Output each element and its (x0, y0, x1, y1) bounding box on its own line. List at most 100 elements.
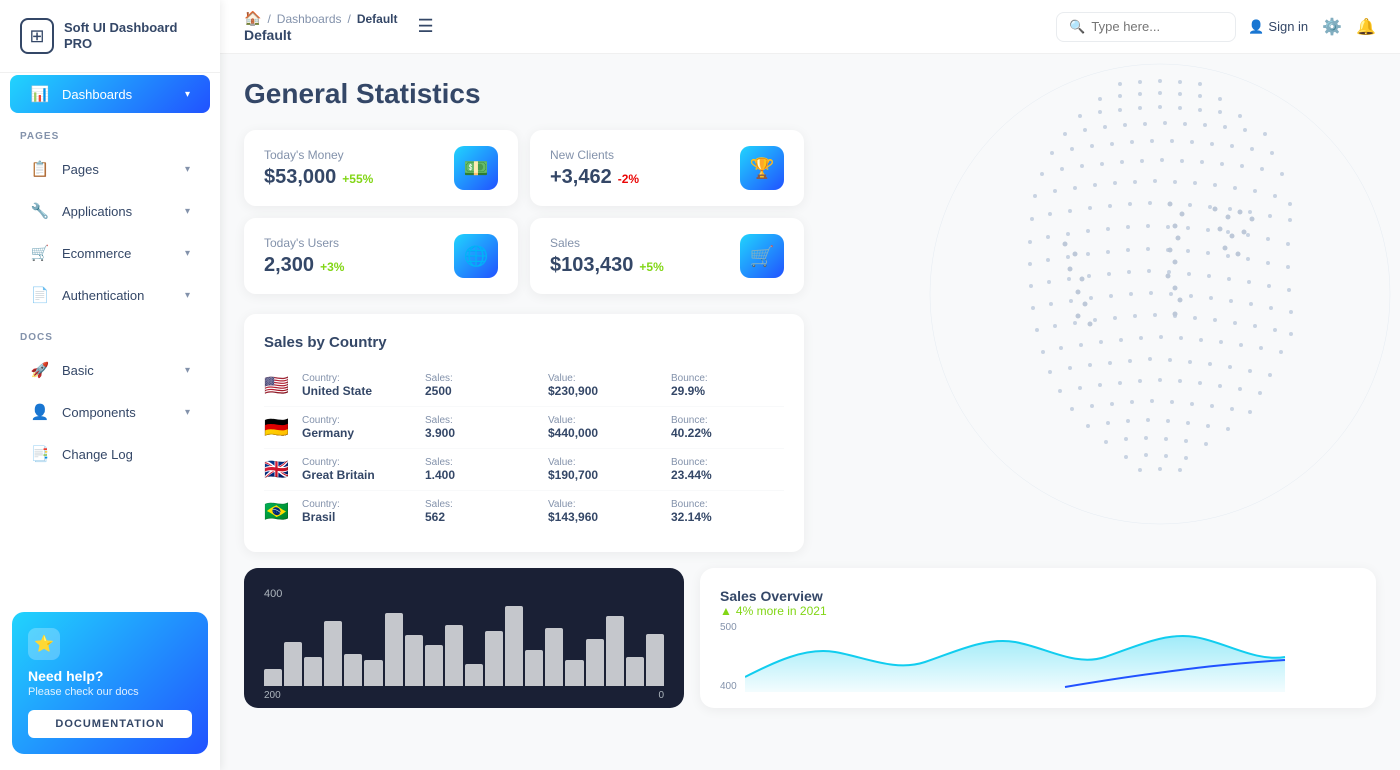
stat-label: Today's Money (264, 148, 373, 162)
page-title: General Statistics (244, 78, 1376, 110)
country-label: Country: (302, 373, 415, 384)
sales-by-country-title: Sales by Country (264, 334, 784, 351)
authentication-icon: 📄 (30, 286, 50, 304)
home-icon[interactable]: 🏠 (244, 10, 261, 27)
globe-overlay: /* dots generated inline below */ (780, 54, 1400, 554)
bar (304, 657, 322, 686)
bar (565, 660, 583, 686)
help-card: ⭐ Need help? Please check our docs DOCUM… (12, 612, 208, 754)
bounce-col: Bounce: 29.9% (671, 373, 784, 398)
bar-chart-y-0: 0 (658, 690, 664, 701)
bar (445, 625, 463, 686)
bar-chart-y-200: 200 (264, 690, 281, 701)
search-input[interactable] (1091, 19, 1211, 34)
sales-overview-subtitle: ▲ 4% more in 2021 (720, 604, 1356, 618)
stat-card-money: Today's Money $53,000 +55% 💵 (244, 130, 518, 206)
stat-card-clients: New Clients +3,462 -2% 🏆 (530, 130, 804, 206)
sidebar-item-dashboards[interactable]: 📊 Dashboards ▾ (10, 75, 210, 113)
stat-icon-users: 🌐 (454, 234, 498, 278)
logo-text: Soft UI Dashboard PRO (64, 20, 200, 51)
arrow-up-icon: ▲ (720, 604, 732, 618)
bar-chart (264, 606, 664, 686)
country-value: United State (302, 384, 415, 398)
bounce-col: Bounce: 40.22% (671, 415, 784, 440)
sidebar-item-changelog[interactable]: 📑 Change Log (10, 435, 210, 473)
chevron-down-icon: ▾ (185, 206, 190, 217)
country-label: Country: (302, 415, 415, 426)
applications-icon: 🔧 (30, 202, 50, 220)
country-value: Germany (302, 426, 415, 440)
documentation-button[interactable]: DOCUMENTATION (28, 710, 192, 738)
country-label: Country: (302, 499, 415, 510)
search-box: 🔍 (1056, 12, 1236, 42)
chevron-down-icon: ▾ (185, 248, 190, 259)
help-star-icon: ⭐ (28, 628, 60, 660)
bounce-col: Bounce: 32.14% (671, 499, 784, 524)
signin-label: Sign in (1268, 19, 1308, 34)
bar (264, 669, 282, 686)
sales-col: Sales: 3.900 (425, 415, 538, 440)
value-value: $190,700 (548, 468, 661, 482)
sidebar-item-components[interactable]: 👤 Components ▾ (10, 393, 210, 431)
sidebar: ⊞ Soft UI Dashboard PRO 📊 Dashboards ▾ P… (0, 0, 220, 770)
bar (364, 660, 382, 686)
table-row: 🇩🇪 Country: Germany Sales: 3.900 Value: … (264, 407, 784, 449)
bounce-value: 23.44% (671, 468, 784, 482)
content-area: /* dots generated inline below */ (220, 54, 1400, 770)
bar (385, 613, 403, 686)
stat-label: Today's Users (264, 236, 344, 250)
bar (626, 657, 644, 686)
bounce-label: Bounce: (671, 373, 784, 384)
bar (344, 654, 362, 686)
y-label-500: 500 (720, 622, 737, 633)
components-icon: 👤 (30, 403, 50, 421)
chevron-down-icon: ▾ (185, 407, 190, 418)
navbar-actions: 👤 Sign in ⚙️ 🔔 (1248, 17, 1376, 37)
bar (485, 631, 503, 686)
value-col: Value: $143,960 (548, 499, 661, 524)
bar (505, 606, 523, 686)
pages-section-label: PAGES (0, 115, 220, 148)
stat-value: +3,462 (550, 166, 612, 189)
sidebar-item-authentication[interactable]: 📄 Authentication ▾ (10, 276, 210, 314)
sidebar-item-label: Applications (62, 204, 173, 219)
bounce-value: 40.22% (671, 426, 784, 440)
stat-info: Sales $103,430 +5% (550, 236, 664, 277)
sidebar-item-applications[interactable]: 🔧 Applications ▾ (10, 192, 210, 230)
bar-chart-card: 400 200 0 (244, 568, 684, 708)
sales-overview-change: 4% more in 2021 (736, 604, 827, 618)
settings-icon[interactable]: ⚙️ (1322, 17, 1342, 37)
stat-value: $53,000 (264, 166, 336, 189)
flag-us: 🇺🇸 (264, 373, 292, 398)
sales-col: Sales: 1.400 (425, 457, 538, 482)
stat-icon-clients: 🏆 (740, 146, 784, 190)
sales-by-country-card: Sales by Country 🇺🇸 Country: United Stat… (244, 314, 804, 552)
stat-change: +55% (342, 172, 373, 186)
chevron-down-icon: ▾ (185, 290, 190, 301)
notification-icon[interactable]: 🔔 (1356, 17, 1376, 37)
sales-col: Sales: 562 (425, 499, 538, 524)
bar (284, 642, 302, 686)
chevron-down-icon: ▾ (185, 89, 190, 100)
search-icon: 🔍 (1069, 19, 1085, 35)
sidebar-item-pages[interactable]: 📋 Pages ▾ (10, 150, 210, 188)
sales-value: 1.400 (425, 468, 538, 482)
bar (525, 650, 543, 686)
value-col: Value: $440,000 (548, 415, 661, 440)
sales-value: 2500 (425, 384, 538, 398)
table-row: 🇬🇧 Country: Great Britain Sales: 1.400 V… (264, 449, 784, 491)
sidebar-item-ecommerce[interactable]: 🛒 Ecommerce ▾ (10, 234, 210, 272)
menu-icon[interactable]: ☰ (418, 16, 434, 37)
bar (465, 664, 483, 686)
bounce-label: Bounce: (671, 499, 784, 510)
bar (646, 634, 664, 686)
flag-de: 🇩🇪 (264, 415, 292, 440)
sidebar-item-label: Basic (62, 363, 173, 378)
signin-link[interactable]: 👤 Sign in (1248, 19, 1308, 35)
breadcrumb-dashboards[interactable]: Dashboards (277, 12, 342, 26)
sales-label: Sales: (425, 373, 538, 384)
sidebar-item-basic[interactable]: 🚀 Basic ▾ (10, 351, 210, 389)
sales-label: Sales: (425, 457, 538, 468)
navbar: 🏠 / Dashboards / Default Default ☰ 🔍 👤 S… (220, 0, 1400, 54)
bounce-col: Bounce: 23.44% (671, 457, 784, 482)
